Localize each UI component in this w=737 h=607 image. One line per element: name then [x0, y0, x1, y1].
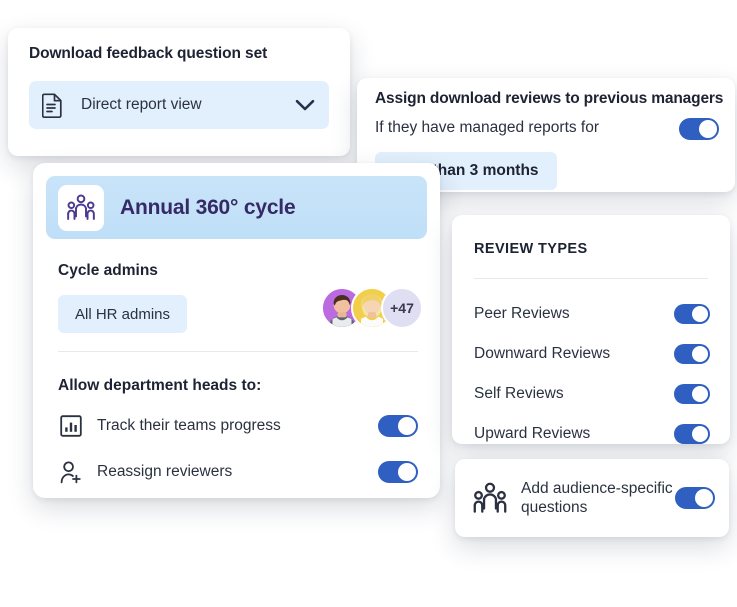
peer-reviews-toggle[interactable] — [674, 304, 710, 324]
assign-card-subtitle: If they have managed reports for — [375, 119, 600, 136]
screenshot-root: Download feedback question set Direct re… — [0, 0, 737, 607]
review-type-row: Upward Reviews — [474, 420, 710, 448]
toggle-knob — [692, 386, 708, 402]
self-reviews-toggle[interactable] — [674, 384, 710, 404]
toggle-knob — [692, 426, 708, 442]
toggle-knob — [695, 489, 713, 507]
allow-department-heads-label: Allow department heads to: — [58, 377, 262, 394]
track-progress-toggle[interactable] — [378, 415, 418, 437]
people-group-icon — [58, 184, 104, 231]
cycle-banner: Annual 360° cycle — [46, 176, 427, 239]
toggle-knob — [398, 417, 416, 435]
permission-label: Track their teams progress — [97, 417, 281, 434]
toggle-knob — [398, 463, 416, 481]
select-value: Direct report view — [81, 96, 202, 113]
upward-reviews-toggle[interactable] — [674, 424, 710, 444]
review-type-row: Peer Reviews — [474, 300, 710, 328]
review-type-label: Peer Reviews — [474, 305, 570, 322]
audience-questions-toggle[interactable] — [675, 487, 715, 509]
permission-row: Track their teams progress — [58, 411, 418, 441]
chevron-down-icon[interactable] — [295, 99, 315, 112]
toggle-knob — [699, 120, 717, 138]
cycle-title: Annual 360° cycle — [120, 195, 296, 219]
direct-report-view-select[interactable]: Direct report view — [29, 81, 329, 129]
permission-label: Reassign reviewers — [97, 463, 233, 480]
review-type-label: Self Reviews — [474, 385, 564, 402]
download-feedback-card: Download feedback question set Direct re… — [8, 28, 350, 156]
permission-row: Reassign reviewers — [58, 457, 418, 487]
avatar-overflow-count: +47 — [381, 287, 423, 329]
review-types-divider — [474, 278, 708, 279]
review-type-row: Self Reviews — [474, 380, 710, 408]
assign-card-title: Assign download reviews to previous mana… — [375, 90, 724, 107]
all-hr-admins-pill[interactable]: All HR admins — [58, 295, 188, 333]
audience-questions-card: Add audience-specific questions — [455, 459, 729, 537]
reassign-reviewers-toggle[interactable] — [378, 461, 418, 483]
download-card-title: Download feedback question set — [29, 45, 268, 62]
people-group-icon — [473, 482, 507, 514]
review-type-label: Downward Reviews — [474, 345, 611, 362]
audience-questions-label: Add audience-specific questions — [521, 479, 673, 516]
review-types-card: REVIEW TYPES Peer Reviews Downward Revie… — [452, 215, 730, 444]
document-icon — [42, 92, 63, 118]
annual-cycle-card: Annual 360° cycle Cycle admins All HR ad… — [33, 163, 440, 498]
person-add-icon — [58, 461, 84, 484]
review-type-label: Upward Reviews — [474, 425, 591, 442]
downward-reviews-toggle[interactable] — [674, 344, 710, 364]
cycle-divider — [58, 351, 418, 352]
review-types-title: REVIEW TYPES — [474, 241, 588, 257]
bar-chart-icon — [58, 415, 84, 437]
toggle-track — [679, 118, 719, 140]
assign-reviews-toggle[interactable] — [679, 118, 719, 145]
avatar-stack[interactable]: +47 — [321, 287, 423, 329]
review-type-row: Downward Reviews — [474, 340, 710, 368]
toggle-knob — [692, 306, 708, 322]
cycle-admins-label: Cycle admins — [58, 262, 158, 279]
toggle-knob — [692, 346, 708, 362]
